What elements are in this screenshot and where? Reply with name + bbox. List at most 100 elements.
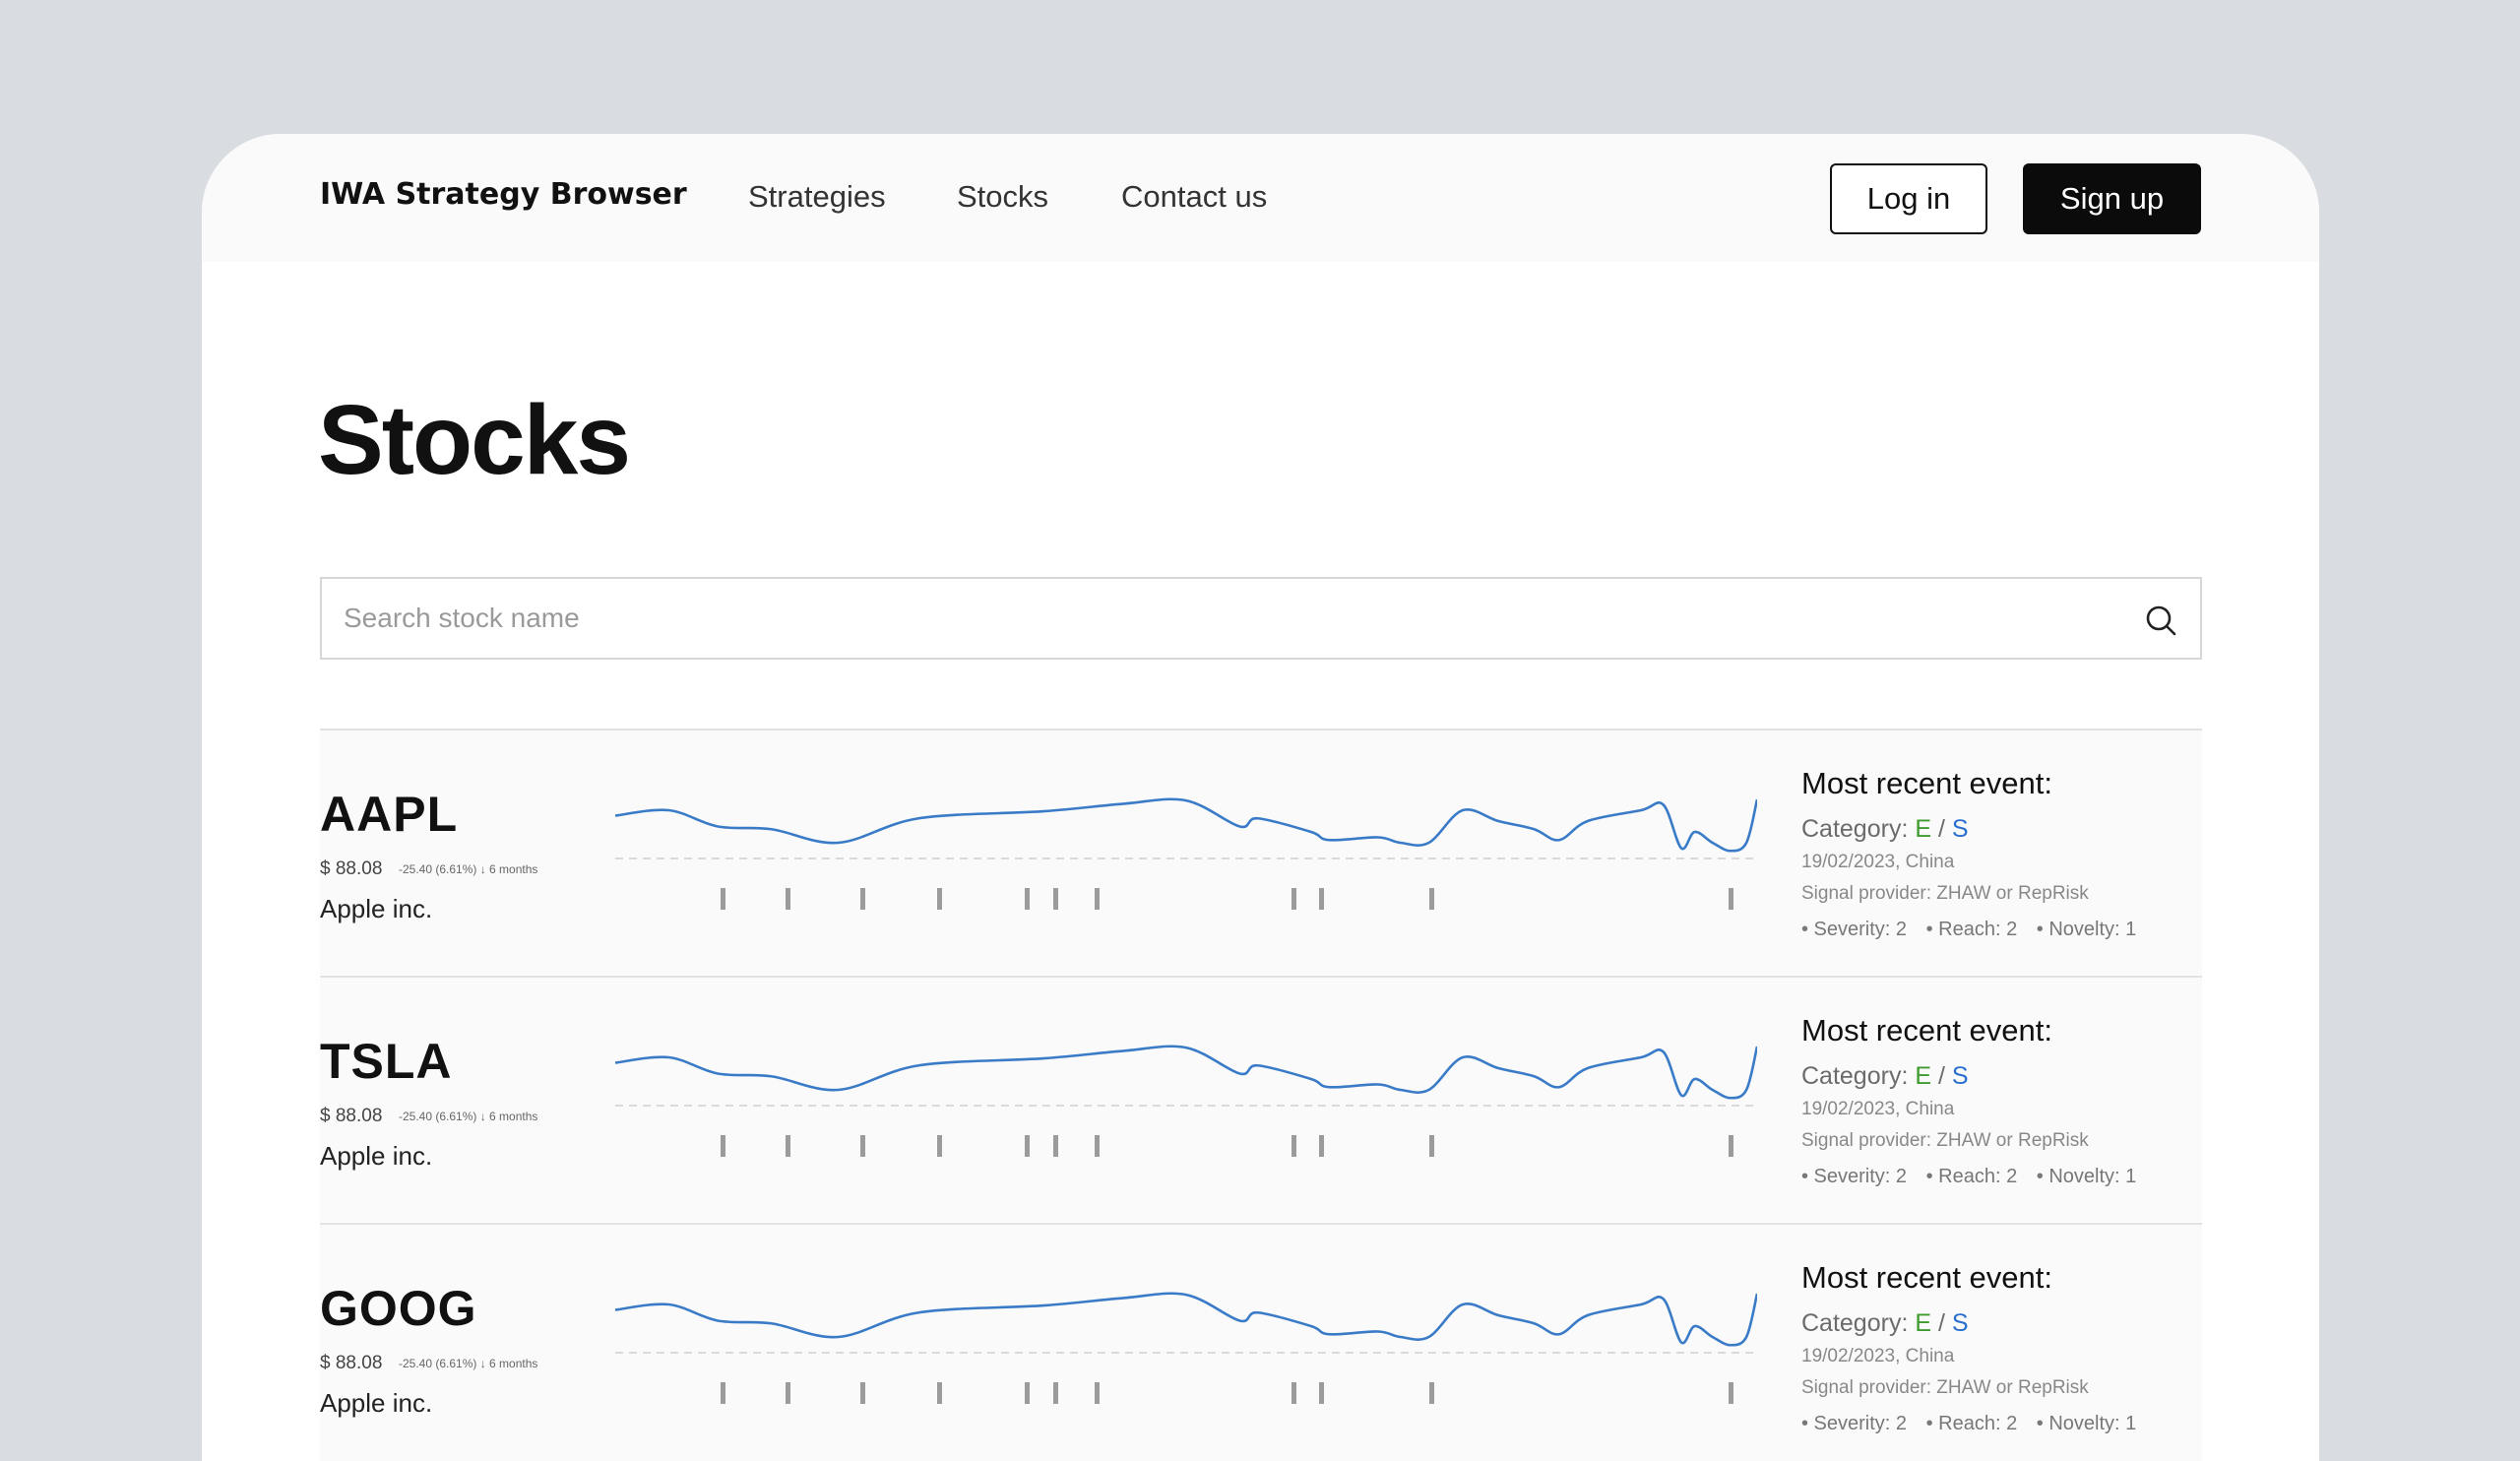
event-novelty: • Novelty: 1: [2036, 1413, 2137, 1434]
login-button[interactable]: Log in: [1830, 163, 1987, 234]
stock-change: -25.40 (6.61%) ↓ 6 months: [399, 862, 538, 876]
category-label: Category:: [1801, 815, 1909, 843]
event-metrics: • Severity: 2 • Reach: 2 • Novelty: 1: [1801, 1413, 2195, 1435]
event-marker[interactable]: [1053, 1382, 1058, 1404]
event-marker[interactable]: [786, 1135, 790, 1157]
stock-row[interactable]: GOOG $ 88.08 -25.40 (6.61%) ↓ 6 months A…: [320, 1223, 2202, 1461]
search-icon[interactable]: [2143, 603, 2178, 638]
event-marker[interactable]: [1095, 1135, 1100, 1157]
category-e[interactable]: E: [1915, 815, 1931, 843]
event-title: Most recent event:: [1801, 1013, 2053, 1048]
category-s[interactable]: S: [1952, 1309, 1969, 1337]
category-s[interactable]: S: [1952, 1062, 1969, 1090]
event-marker[interactable]: [937, 888, 942, 910]
event-marker[interactable]: [1429, 1382, 1434, 1404]
category-e[interactable]: E: [1915, 1309, 1931, 1337]
event-title: Most recent event:: [1801, 766, 2053, 800]
event-novelty: • Novelty: 1: [2036, 1166, 2137, 1187]
event-marker[interactable]: [786, 888, 790, 910]
event-marker[interactable]: [1319, 888, 1324, 910]
event-category: Category: E / S: [1801, 1062, 2195, 1091]
nav-link-contact[interactable]: Contact us: [1121, 179, 1267, 215]
event-marker[interactable]: [786, 1382, 790, 1404]
event-marker[interactable]: [1729, 1382, 1733, 1404]
event-provider: Signal provider: ZHAW or RepRisk: [1801, 883, 2089, 904]
event-marker[interactable]: [1319, 1135, 1324, 1157]
event-marker[interactable]: [860, 1382, 865, 1404]
event-category: Category: E / S: [1801, 815, 2195, 844]
event-marker[interactable]: [721, 1135, 725, 1157]
recent-event: Most recent event: Category: E / S 19/02…: [1801, 766, 2195, 941]
event-marker[interactable]: [1095, 888, 1100, 910]
stock-sparkline: [615, 1292, 1757, 1404]
event-marker[interactable]: [1429, 888, 1434, 910]
stock-ticker: TSLA: [320, 1034, 453, 1089]
stock-price: $ 88.08: [320, 1106, 383, 1126]
stock-price: $ 88.08: [320, 1353, 383, 1373]
signup-button[interactable]: Sign up: [2023, 163, 2201, 234]
stock-row[interactable]: AAPL $ 88.08 -25.40 (6.61%) ↓ 6 months A…: [320, 729, 2202, 975]
event-provider: Signal provider: ZHAW or RepRisk: [1801, 1377, 2089, 1398]
event-marker[interactable]: [1053, 1135, 1058, 1157]
event-marker[interactable]: [1292, 1135, 1296, 1157]
category-separator: /: [1937, 1309, 1945, 1337]
event-marker[interactable]: [1053, 888, 1058, 910]
nav-link-strategies[interactable]: Strategies: [748, 179, 886, 215]
category-e[interactable]: E: [1915, 1062, 1931, 1090]
event-marker[interactable]: [721, 1382, 725, 1404]
event-severity: • Severity: 2: [1801, 1413, 1908, 1434]
event-marker[interactable]: [721, 888, 725, 910]
event-marker[interactable]: [1025, 1382, 1030, 1404]
stock-sparkline: [615, 1045, 1757, 1157]
event-reach: • Reach: 2: [1925, 1413, 2018, 1434]
event-metrics: • Severity: 2 • Reach: 2 • Novelty: 1: [1801, 919, 2195, 941]
browser-window: IWA Strategy Browser Strategies Stocks C…: [202, 134, 2319, 1461]
event-marker[interactable]: [1429, 1135, 1434, 1157]
event-metrics: • Severity: 2 • Reach: 2 • Novelty: 1: [1801, 1166, 2195, 1188]
event-marker[interactable]: [1729, 1135, 1733, 1157]
page-title: Stocks: [318, 385, 631, 495]
category-s[interactable]: S: [1952, 815, 1969, 843]
event-date: 19/02/2023, China: [1801, 1099, 1955, 1119]
event-severity: • Severity: 2: [1801, 919, 1908, 940]
stock-row[interactable]: TSLA $ 88.08 -25.40 (6.61%) ↓ 6 months A…: [320, 976, 2202, 1222]
event-marker[interactable]: [1095, 1382, 1100, 1404]
event-reach: • Reach: 2: [1925, 919, 2018, 940]
event-marker[interactable]: [1729, 888, 1733, 910]
recent-event: Most recent event: Category: E / S 19/02…: [1801, 1260, 2195, 1435]
company-name: Apple inc.: [320, 894, 433, 923]
event-provider: Signal provider: ZHAW or RepRisk: [1801, 1130, 2089, 1151]
event-marker[interactable]: [937, 1382, 942, 1404]
nav-link-stocks[interactable]: Stocks: [957, 179, 1048, 215]
event-title: Most recent event:: [1801, 1260, 2053, 1295]
stock-sparkline: [615, 797, 1757, 910]
event-marker[interactable]: [1292, 1382, 1296, 1404]
event-date: 19/02/2023, China: [1801, 852, 1955, 872]
event-marker[interactable]: [860, 888, 865, 910]
company-name: Apple inc.: [320, 1388, 433, 1418]
event-date: 19/02/2023, China: [1801, 1346, 1955, 1366]
category-separator: /: [1937, 1062, 1945, 1090]
search-input[interactable]: [322, 579, 2200, 658]
event-marker[interactable]: [1319, 1382, 1324, 1404]
recent-event: Most recent event: Category: E / S 19/02…: [1801, 1013, 2195, 1188]
brand-logo[interactable]: IWA Strategy Browser: [320, 177, 687, 212]
company-name: Apple inc.: [320, 1141, 433, 1171]
stock-price: $ 88.08: [320, 858, 383, 879]
category-separator: /: [1937, 815, 1945, 843]
event-marker[interactable]: [1025, 888, 1030, 910]
stock-ticker: GOOG: [320, 1281, 477, 1336]
stock-change: -25.40 (6.61%) ↓ 6 months: [399, 1357, 538, 1370]
event-marker[interactable]: [937, 1135, 942, 1157]
event-severity: • Severity: 2: [1801, 1166, 1908, 1187]
top-navigation: IWA Strategy Browser Strategies Stocks C…: [202, 134, 2319, 262]
search-box: [320, 577, 2202, 660]
event-marker[interactable]: [1025, 1135, 1030, 1157]
event-reach: • Reach: 2: [1925, 1166, 2018, 1187]
stock-ticker: AAPL: [320, 787, 459, 842]
event-novelty: • Novelty: 1: [2036, 919, 2137, 940]
event-category: Category: E / S: [1801, 1309, 2195, 1338]
event-marker[interactable]: [1292, 888, 1296, 910]
event-marker[interactable]: [860, 1135, 865, 1157]
category-label: Category:: [1801, 1062, 1909, 1090]
